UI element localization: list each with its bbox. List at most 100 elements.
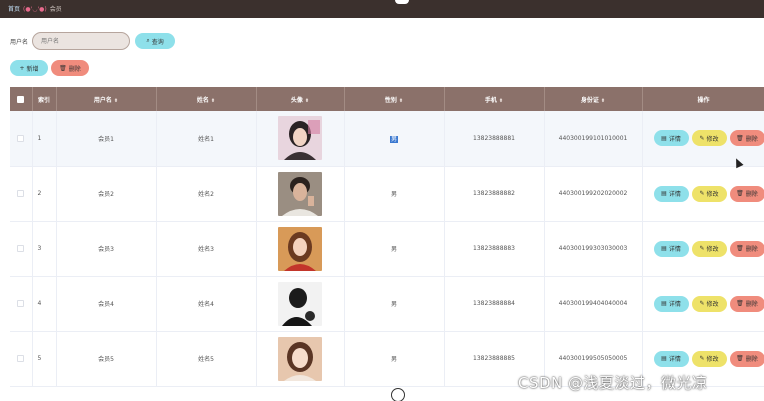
row-name: 姓名5 (156, 331, 257, 386)
row-gender: 男 (344, 331, 445, 386)
row-gender: 男 (344, 276, 445, 331)
header-username[interactable]: 用户名 ⬍ (56, 87, 157, 111)
row-name: 姓名2 (156, 166, 257, 221)
query-button-label: 查询 (151, 38, 164, 46)
header-id-card[interactable]: 身份证 ⬍ (544, 87, 643, 111)
remove-button[interactable]: 🗑︎ 删除 (729, 295, 764, 312)
header-select-all[interactable] (10, 87, 33, 111)
row-id-card: 440300199303030003 (544, 221, 643, 276)
username-label: 用户名 (10, 38, 29, 46)
table-row[interactable]: 3 会员3 姓名3 男 13823888883 4403001993030300… (10, 221, 764, 276)
sort-icon[interactable]: ⬍ (305, 98, 309, 104)
row-gender: 男 (344, 166, 445, 221)
avatar (278, 116, 322, 161)
table-header-row: 索引 用户名 ⬍ 姓名 ⬍ 头像 ⬍ 性别 ⬍ 手机 ⬍ 身份证 ⬍ 操作 (10, 87, 764, 111)
remove-button[interactable]: 🗑︎ 删除 (729, 350, 764, 367)
circle-icon (391, 388, 405, 401)
detail-icon: ▤ (661, 190, 667, 197)
query-button[interactable]: ⌕ 查询 (135, 33, 176, 49)
breadcrumb: 首页 (●'◡'●) 会员 (8, 4, 62, 13)
batch-delete-label: 删除 (68, 65, 81, 73)
detail-button[interactable]: ▤ 详情 (653, 350, 689, 367)
row-name: 姓名4 (156, 276, 257, 331)
edit-button[interactable]: ✎ 修改 (691, 130, 727, 147)
remove-button[interactable]: 🗑︎ 删除 (729, 130, 764, 147)
header-index: 索引 (32, 87, 57, 111)
table-row[interactable]: 2 会员2 姓名2 男 13823888882 4403001992020200… (10, 166, 764, 221)
row-name: 姓名1 (156, 111, 257, 166)
trash-icon: 🗑︎ (736, 355, 744, 362)
header-gender[interactable]: 性别 ⬍ (344, 87, 445, 111)
detail-button[interactable]: ▤ 详情 (653, 240, 689, 257)
header-name[interactable]: 姓名 ⬍ (156, 87, 257, 111)
row-id-card: 440300199101010001 (544, 111, 643, 166)
detail-button[interactable]: ▤ 详情 (653, 130, 689, 147)
detail-button[interactable]: ▤ 详情 (653, 295, 689, 312)
add-button[interactable]: + 新增 (10, 60, 48, 76)
pencil-icon: ✎ (699, 245, 705, 252)
row-checkbox[interactable] (17, 300, 25, 307)
pencil-icon: ✎ (699, 190, 705, 197)
edit-button[interactable]: ✎ 修改 (691, 185, 727, 202)
breadcrumb-current: 会员 (49, 6, 62, 13)
remove-button[interactable]: 🗑︎ 删除 (729, 240, 764, 257)
row-gender: 男 (389, 135, 398, 143)
sort-icon[interactable]: ⬍ (211, 98, 215, 104)
table-row[interactable]: 4 会员4 姓名4 男 13823888884 4403001994040400… (10, 276, 764, 331)
row-index: 3 (32, 221, 57, 276)
sort-icon[interactable]: ⬍ (601, 98, 605, 104)
row-username: 会员5 (56, 331, 157, 386)
username-search-input[interactable] (32, 32, 131, 50)
pencil-icon: ✎ (699, 300, 705, 307)
row-index: 2 (32, 166, 57, 221)
sort-icon[interactable]: ⬍ (114, 98, 118, 104)
row-checkbox[interactable] (17, 134, 25, 142)
trash-icon: 🗑︎ (736, 134, 744, 142)
header-phone[interactable]: 手机 ⬍ (444, 87, 545, 111)
row-index: 4 (32, 276, 57, 331)
header-avatar[interactable]: 头像 ⬍ (256, 87, 345, 111)
detail-button[interactable]: ▤ 详情 (653, 185, 689, 202)
row-username: 会员4 (56, 276, 157, 331)
detail-icon: ▤ (661, 134, 667, 142)
row-phone: 13823888881 (444, 111, 545, 166)
row-phone: 13823888883 (444, 221, 545, 276)
select-all-checkbox[interactable] (17, 95, 25, 103)
row-name: 姓名3 (156, 221, 257, 276)
breadcrumb-separator: (●'◡'●) (23, 6, 47, 13)
plus-icon: + (19, 64, 25, 72)
edit-button[interactable]: ✎ 修改 (691, 295, 727, 312)
breadcrumb-home[interactable]: 首页 (8, 6, 20, 13)
sort-icon[interactable]: ⬍ (499, 98, 503, 104)
row-index: 1 (32, 111, 57, 166)
row-phone: 13823888882 (444, 166, 545, 221)
search-bar: 用户名 ⌕查询 (10, 32, 176, 50)
row-checkbox[interactable] (17, 355, 25, 362)
edit-button[interactable]: ✎ 修改 (691, 350, 727, 367)
avatar (278, 171, 322, 216)
row-gender: 男 (344, 221, 445, 276)
edit-button[interactable]: ✎ 修改 (691, 240, 727, 257)
row-id-card: 440300199202020002 (544, 166, 643, 221)
avatar (278, 226, 322, 271)
batch-delete-button[interactable]: 🗑︎ 删除 (51, 60, 89, 76)
detail-icon: ▤ (661, 245, 667, 252)
table-row[interactable]: 1 会员1 姓名1 男 13823888881 4403001991010100… (10, 111, 764, 166)
row-id-card: 440300199404040004 (544, 276, 643, 331)
row-checkbox[interactable] (17, 190, 25, 197)
remove-button[interactable]: 🗑︎ 删除 (729, 185, 764, 202)
watermark: CSDN @浅夏淡过，微光凉 (518, 374, 708, 392)
top-notch (395, 0, 409, 4)
add-button-label: 新增 (26, 65, 39, 73)
pencil-icon: ✎ (699, 355, 705, 362)
sort-icon[interactable]: ⬍ (399, 98, 403, 104)
top-bar: 首页 (●'◡'●) 会员 (0, 0, 764, 18)
detail-icon: ▤ (661, 300, 667, 307)
header-actions: 操作 (642, 87, 764, 111)
row-username: 会员3 (56, 221, 157, 276)
trash-icon: 🗑︎ (59, 64, 67, 72)
row-checkbox[interactable] (17, 245, 25, 252)
row-username: 会员1 (56, 111, 157, 166)
row-index: 5 (32, 331, 57, 386)
trash-icon: 🗑︎ (736, 245, 744, 252)
